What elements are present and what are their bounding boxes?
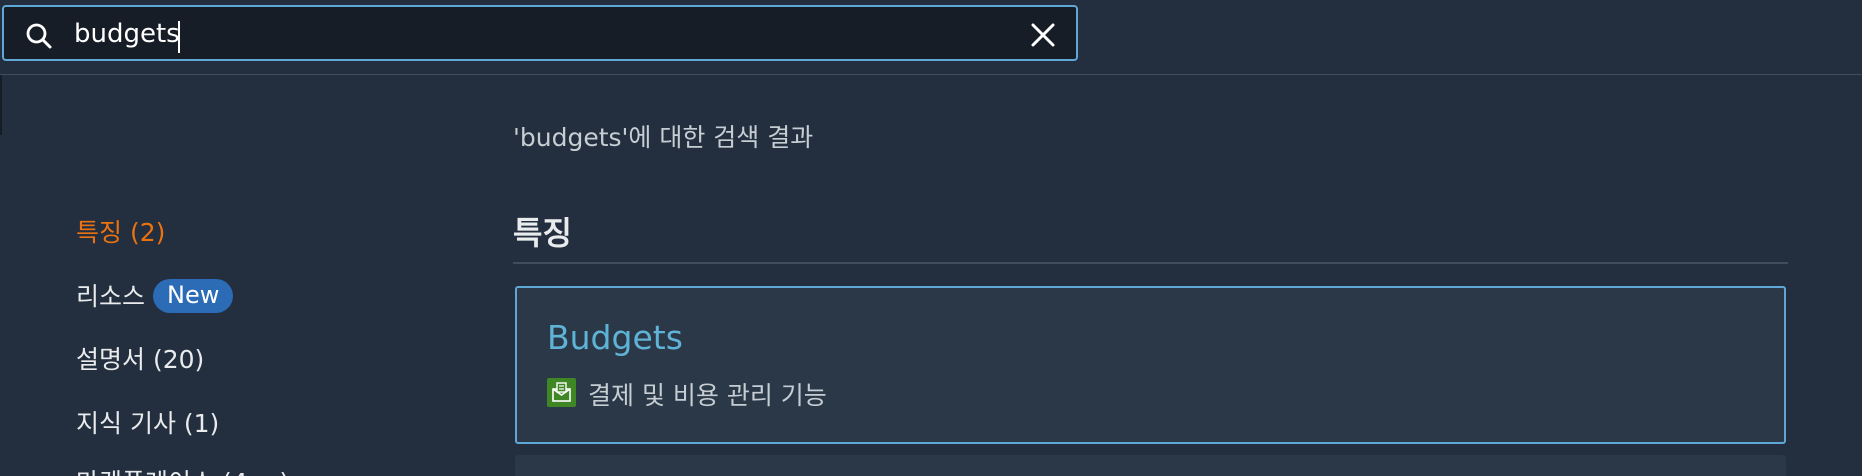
sidebar-item-resources[interactable]: 리소스 New: [76, 277, 234, 315]
sidebar-item-label: 지식 기사 (1): [76, 409, 220, 438]
search-input[interactable]: [74, 15, 974, 53]
result-card-next[interactable]: [515, 455, 1786, 476]
result-title[interactable]: Budgets: [547, 318, 683, 357]
search-icon: [24, 21, 54, 51]
sidebar-item-label: 리소스: [76, 282, 146, 311]
section-title: 특징: [513, 214, 572, 252]
sidebar-item-features[interactable]: 특징 (2): [76, 213, 165, 249]
close-icon[interactable]: [1028, 20, 1058, 50]
text-cursor: [178, 21, 180, 53]
search-bar[interactable]: [2, 5, 1078, 61]
sidebar-item-knowledge-articles[interactable]: 지식 기사 (1): [76, 404, 219, 440]
new-badge: New: [153, 279, 234, 313]
section-divider: [513, 262, 1788, 264]
result-description: 결제 및 비용 관리 기능: [588, 381, 827, 410]
sidebar-item-label: 마켓플레이스 (4 ...): [76, 468, 289, 476]
billing-service-icon: [547, 378, 576, 407]
panel-edge: [0, 75, 2, 135]
search-results-page: 특징 (2) 리소스New 설명서 (20) 지식 기사 (1) 마켓플레이스 …: [0, 0, 1862, 476]
results-heading: 'budgets'에 대한 검색 결과: [513, 123, 814, 152]
header-divider: [0, 74, 1862, 75]
sidebar-item-documentation[interactable]: 설명서 (20): [76, 340, 204, 376]
sidebar-item-marketplace[interactable]: 마켓플레이스 (4 ...): [76, 463, 289, 476]
sidebar-item-label: 특징 (2): [76, 218, 166, 247]
sidebar-item-label: 설명서 (20): [76, 345, 205, 374]
result-card-budgets[interactable]: Budgets 결제 및 비용 관리 기능: [515, 286, 1786, 444]
